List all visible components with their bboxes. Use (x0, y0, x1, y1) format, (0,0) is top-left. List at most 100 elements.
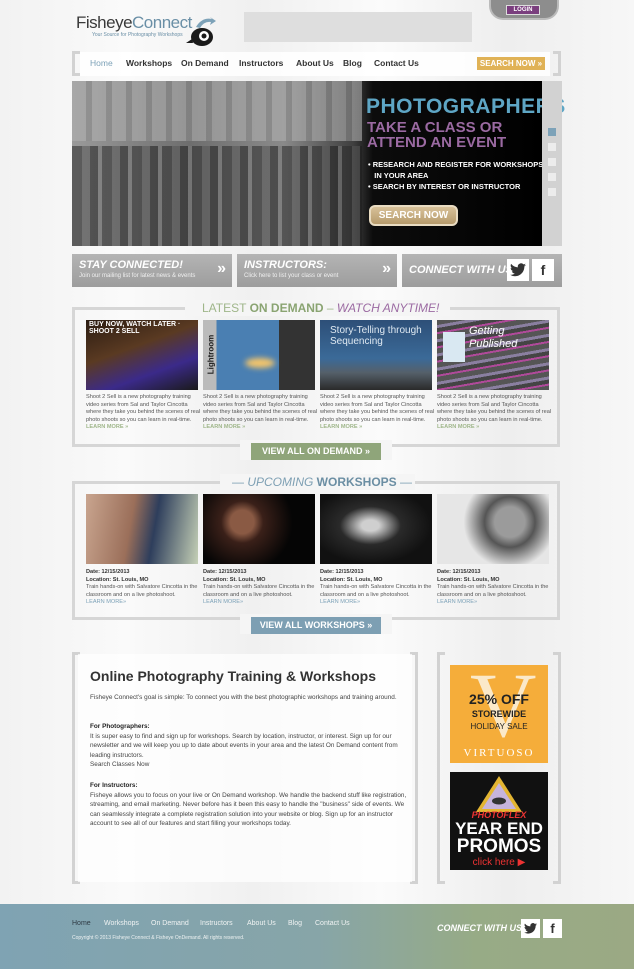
nav-instructors[interactable]: Instructors (239, 58, 283, 68)
learn-more-link[interactable]: LEARN MORE» (86, 599, 202, 607)
slide-dot-5[interactable] (548, 188, 556, 196)
footer-link-contact-us[interactable]: Contact Us (315, 920, 350, 927)
instructors-block: For Instructors: Fisheye allows you to f… (90, 781, 410, 829)
title-dash-left: — (232, 475, 248, 489)
logo[interactable]: FisheyeConnect Your Source for Photograp… (76, 3, 221, 47)
nav-contact-us[interactable]: Contact Us (374, 58, 419, 68)
nav-blog[interactable]: Blog (343, 58, 362, 68)
learn-more-link[interactable]: LEARN MORE » (203, 424, 245, 430)
workshop-desc: Train hands-on with Salvatore Cincotta i… (86, 584, 198, 598)
workshop-date: Date: 12/15/2013 (320, 569, 364, 575)
hero-subtitle-line2: ATTEND AN EVENT (367, 134, 507, 151)
ad1-line2: STOREWIDE (471, 709, 527, 719)
learn-more-link[interactable]: LEARN MORE » (320, 424, 362, 430)
hero-bullet-1: • RESEARCH AND REGISTER FOR WORKSHOPS (368, 160, 544, 169)
logo-text-connect: Connect (132, 13, 192, 32)
learn-more-link[interactable]: LEARN MORE » (437, 424, 479, 430)
ad1-brand: VIRTUOSO (463, 747, 535, 759)
title-watch-anytime: WATCH ANYTIME! (336, 301, 440, 315)
search-classes-link[interactable]: Search Classes Now (90, 761, 149, 768)
on-demand-thumb-3[interactable]: Story-Telling through Sequencing (320, 320, 432, 390)
ad2-cta: click here ▶ (450, 857, 548, 868)
nav-on-demand[interactable]: On Demand (181, 58, 229, 68)
on-demand-thumb-4[interactable]: Getting Published (437, 320, 549, 390)
slide-dot-4[interactable] (548, 173, 556, 181)
desc-text: Shoot 2 Sell is a new photography traini… (203, 394, 318, 423)
workshop-info-3: Date: 12/15/2013 Location: St. Louis, MO… (320, 569, 436, 607)
workshop-info-1: Date: 12/15/2013 Location: St. Louis, MO… (86, 569, 202, 607)
slide-dot-1[interactable] (548, 128, 556, 136)
footer-link-about-us[interactable]: About Us (247, 920, 276, 927)
photoflex-triangle-icon (476, 776, 522, 812)
footer-facebook-icon[interactable]: f (543, 919, 562, 938)
on-demand-thumb-1[interactable]: BUY NOW, WATCH LATER · SHOOT 2 SELL (86, 320, 198, 390)
instructors-box[interactable]: INSTRUCTORS: Click here to list your cla… (237, 254, 397, 287)
nav-bracket-right (553, 51, 561, 76)
footer-twitter-icon[interactable] (521, 919, 540, 938)
stay-connected-box[interactable]: STAY CONNECTED! Join our mailing list fo… (72, 254, 232, 287)
workshop-location: Location: St. Louis, MO (86, 576, 149, 583)
workshop-location: Location: St. Louis, MO (203, 576, 266, 583)
on-demand-desc-3: Shoot 2 Sell is a new photography traini… (320, 394, 436, 432)
content-title: Online Photography Training & Workshops (90, 668, 376, 684)
workshop-location: Location: St. Louis, MO (320, 576, 383, 583)
photographers-block: For Photographers: It is super easy to f… (90, 722, 410, 770)
workshop-desc: Train hands-on with Salvatore Cincotta i… (320, 584, 432, 598)
copyright: Copyright © 2013 Fisheye Connect & Fishe… (72, 935, 245, 941)
view-all-workshops-button[interactable]: VIEW ALL WORKSHOPS » (251, 617, 381, 634)
search-now-button[interactable]: SEARCH NOW » (477, 57, 545, 70)
footer-link-on-demand[interactable]: On Demand (151, 920, 189, 927)
twitter-icon[interactable] (507, 259, 529, 281)
header-search-box[interactable] (244, 12, 472, 42)
logo-tagline: Your Source for Photography Workshops (92, 32, 183, 38)
title-latest: LATEST (202, 301, 250, 315)
title-upcoming: UPCOMING (247, 475, 314, 489)
chevron-right-icon: » (382, 260, 391, 277)
learn-more-link[interactable]: LEARN MORE» (437, 599, 553, 607)
nav-workshops[interactable]: Workshops (126, 58, 172, 68)
workshop-thumb-3[interactable] (320, 494, 432, 564)
footer-link-home[interactable]: Home (72, 920, 91, 927)
photoflex-ad[interactable]: PHOTOFLEX YEAR END PROMOS click here ▶ (450, 772, 548, 870)
footer-link-workshops[interactable]: Workshops (104, 920, 139, 927)
learn-more-link[interactable]: LEARN MORE » (86, 424, 128, 430)
workshop-info-4: Date: 12/15/2013 Location: St. Louis, MO… (437, 569, 553, 607)
title-dash-right: — (396, 475, 413, 489)
chevron-right-icon: » (217, 260, 226, 277)
slide-dot-3[interactable] (548, 158, 556, 166)
thumb-3-caption: Story-Telling through Sequencing (330, 325, 422, 347)
slide-dot-2[interactable] (548, 143, 556, 151)
on-demand-thumb-2[interactable]: Lightroom (203, 320, 315, 390)
title-dash: – (323, 301, 337, 315)
learn-more-link[interactable]: LEARN MORE» (203, 599, 319, 607)
workshop-info-2: Date: 12/15/2013 Location: St. Louis, MO… (203, 569, 319, 607)
ads-bracket-left (437, 652, 445, 884)
nav-about-us[interactable]: About Us (296, 58, 334, 68)
ad1-line3: HOLIDAY SALE (470, 722, 528, 731)
hero-bullet-2: • SEARCH BY INTEREST OR INSTRUCTOR (368, 182, 521, 191)
workshop-date: Date: 12/15/2013 (203, 569, 247, 575)
workshop-thumb-4[interactable] (437, 494, 549, 564)
workshop-thumb-1[interactable] (86, 494, 198, 564)
hero-search-now-button[interactable]: SEARCH NOW (369, 205, 458, 226)
connect-title: CONNECT WITH US: (409, 264, 517, 276)
thumb-4-caption: Getting Published (469, 325, 518, 350)
ad2-cta-text: click here (472, 857, 515, 868)
virtuoso-ad[interactable]: V 25% OFF STOREWIDE HOLIDAY SALE VIRTUOS… (450, 665, 548, 763)
footer-link-instructors[interactable]: Instructors (200, 920, 233, 927)
login-button[interactable]: LOGIN (506, 5, 540, 15)
workshop-thumb-2[interactable] (203, 494, 315, 564)
facebook-icon[interactable]: f (532, 259, 554, 281)
workshop-date: Date: 12/15/2013 (437, 569, 481, 575)
learn-more-link[interactable]: LEARN MORE» (320, 599, 436, 607)
sunset-glow (245, 358, 275, 368)
photographers-heading: For Photographers: (90, 723, 150, 730)
nav-home[interactable]: Home (90, 58, 113, 68)
ads-bracket-right (553, 652, 561, 884)
logo-text-fisheye: Fisheye (76, 13, 133, 32)
instructors-heading: For Instructors: (90, 782, 138, 789)
view-all-on-demand-button[interactable]: VIEW ALL ON DEMAND » (251, 443, 381, 460)
footer-link-blog[interactable]: Blog (288, 920, 302, 927)
workshop-desc: Train hands-on with Salvatore Cincotta i… (437, 584, 549, 598)
footer-connect-label: CONNECT WITH US: (437, 923, 525, 933)
